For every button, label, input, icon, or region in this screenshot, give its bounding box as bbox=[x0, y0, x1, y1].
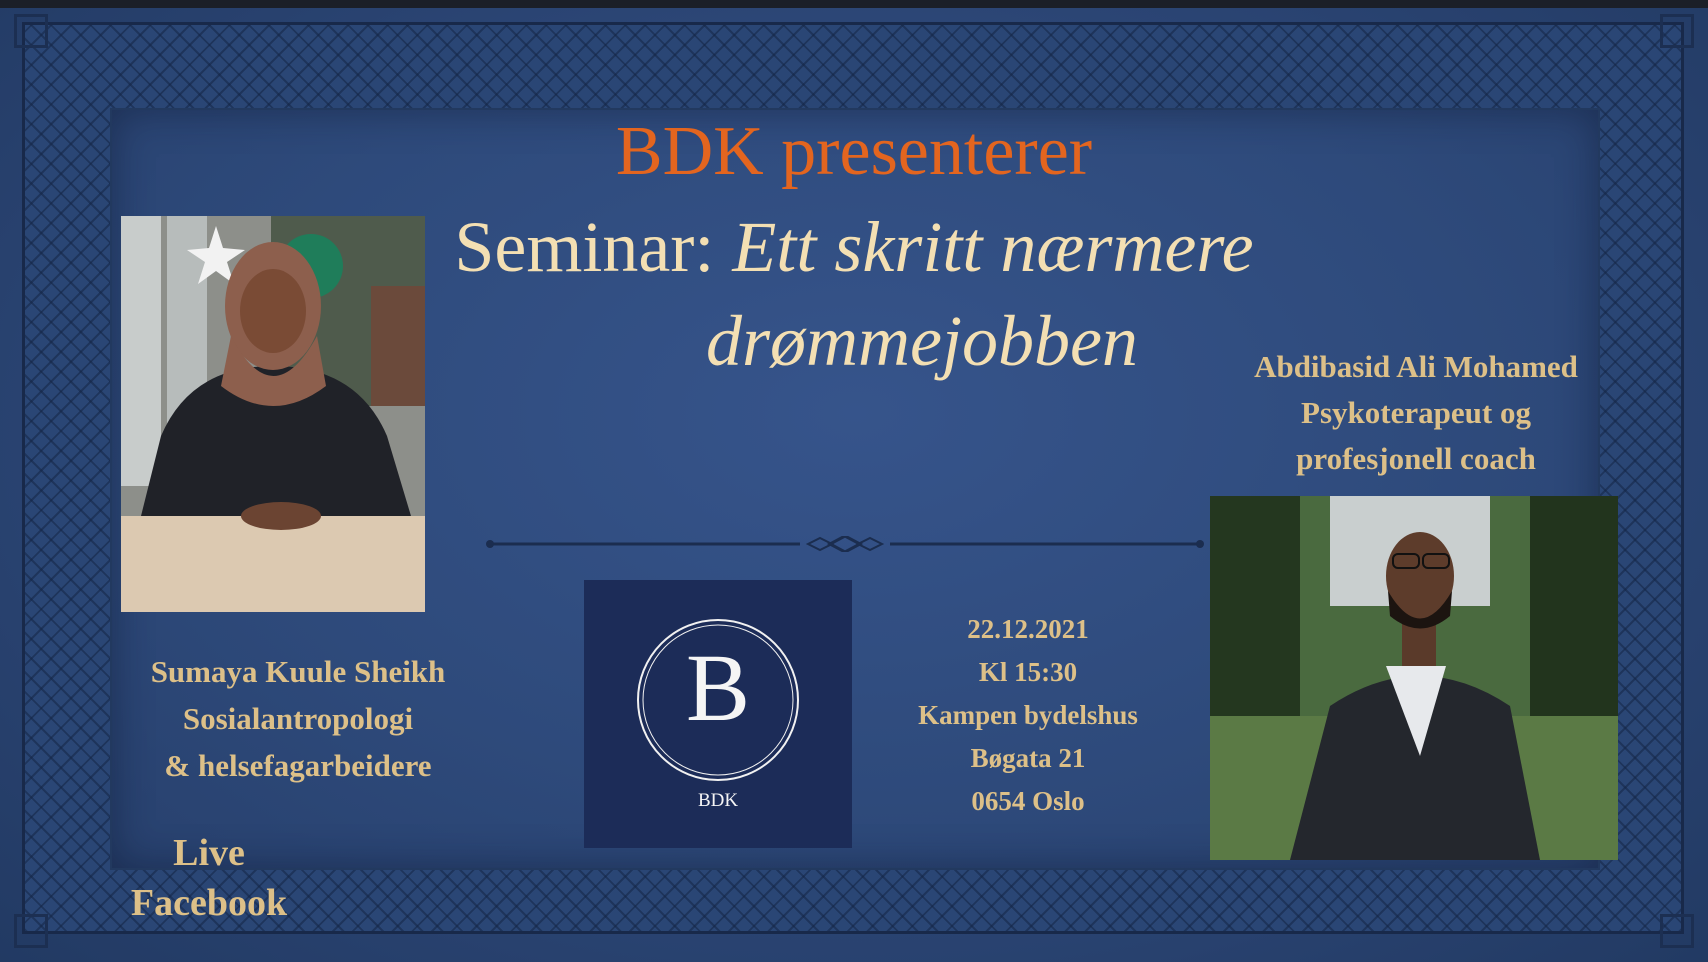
speaker-right-role-line-2: profesjonell coach bbox=[1296, 441, 1536, 476]
frame-corner-ornament bbox=[14, 914, 48, 948]
logo-letter: B bbox=[685, 634, 751, 741]
speaker-right-name: Abdibasid Ali Mohamed bbox=[1254, 349, 1578, 384]
event-time: Kl 15:30 bbox=[978, 657, 1078, 687]
presenter-heading: BDK presenterer bbox=[615, 113, 1093, 190]
live-label: Live bbox=[173, 832, 245, 874]
event-poster: BDK presenterer Seminar: Ett skritt nærm… bbox=[0, 0, 1708, 962]
speaker-left-photo bbox=[121, 216, 425, 612]
speaker-left-info: Sumaya Kuule Sheikh Sosialantropologi & … bbox=[110, 648, 486, 789]
speaker-left-name: Sumaya Kuule Sheikh bbox=[150, 654, 446, 689]
speaker-right-photo bbox=[1210, 496, 1618, 860]
ornamental-divider bbox=[486, 536, 1204, 552]
seminar-title-line-2: drømmejobben bbox=[706, 301, 1138, 381]
event-city: 0654 Oslo bbox=[971, 786, 1085, 816]
live-facebook-label: Live Facebook bbox=[104, 828, 314, 928]
speaker-left-role-line-2: & helsefagarbeidere bbox=[164, 748, 432, 783]
event-venue: Kampen bydelshus bbox=[918, 700, 1138, 730]
frame-corner-ornament bbox=[1660, 914, 1694, 948]
facebook-label: Facebook bbox=[130, 882, 288, 924]
seminar-title-line-1: Ett skritt nærmere bbox=[732, 207, 1254, 287]
speaker-right-info: Abdibasid Ali Mohamed Psykoterapeut og p… bbox=[1206, 344, 1626, 482]
event-street: Bøgata 21 bbox=[970, 743, 1086, 773]
speaker-left-role-line-1: Sosialantropologi bbox=[182, 701, 414, 736]
top-edge-bar bbox=[0, 0, 1708, 8]
frame-corner-ornament bbox=[1660, 14, 1694, 48]
logo-caption: BDK bbox=[697, 790, 739, 811]
seminar-prefix: Seminar: bbox=[454, 207, 733, 287]
event-date: 22.12.2021 bbox=[967, 614, 1089, 644]
bdk-logo: B BDK bbox=[584, 580, 852, 848]
event-details: 22.12.2021 Kl 15:30 Kampen bydelshus Bøg… bbox=[868, 608, 1188, 823]
frame-corner-ornament bbox=[14, 14, 48, 48]
speaker-right-role-line-1: Psykoterapeut og bbox=[1301, 395, 1531, 430]
